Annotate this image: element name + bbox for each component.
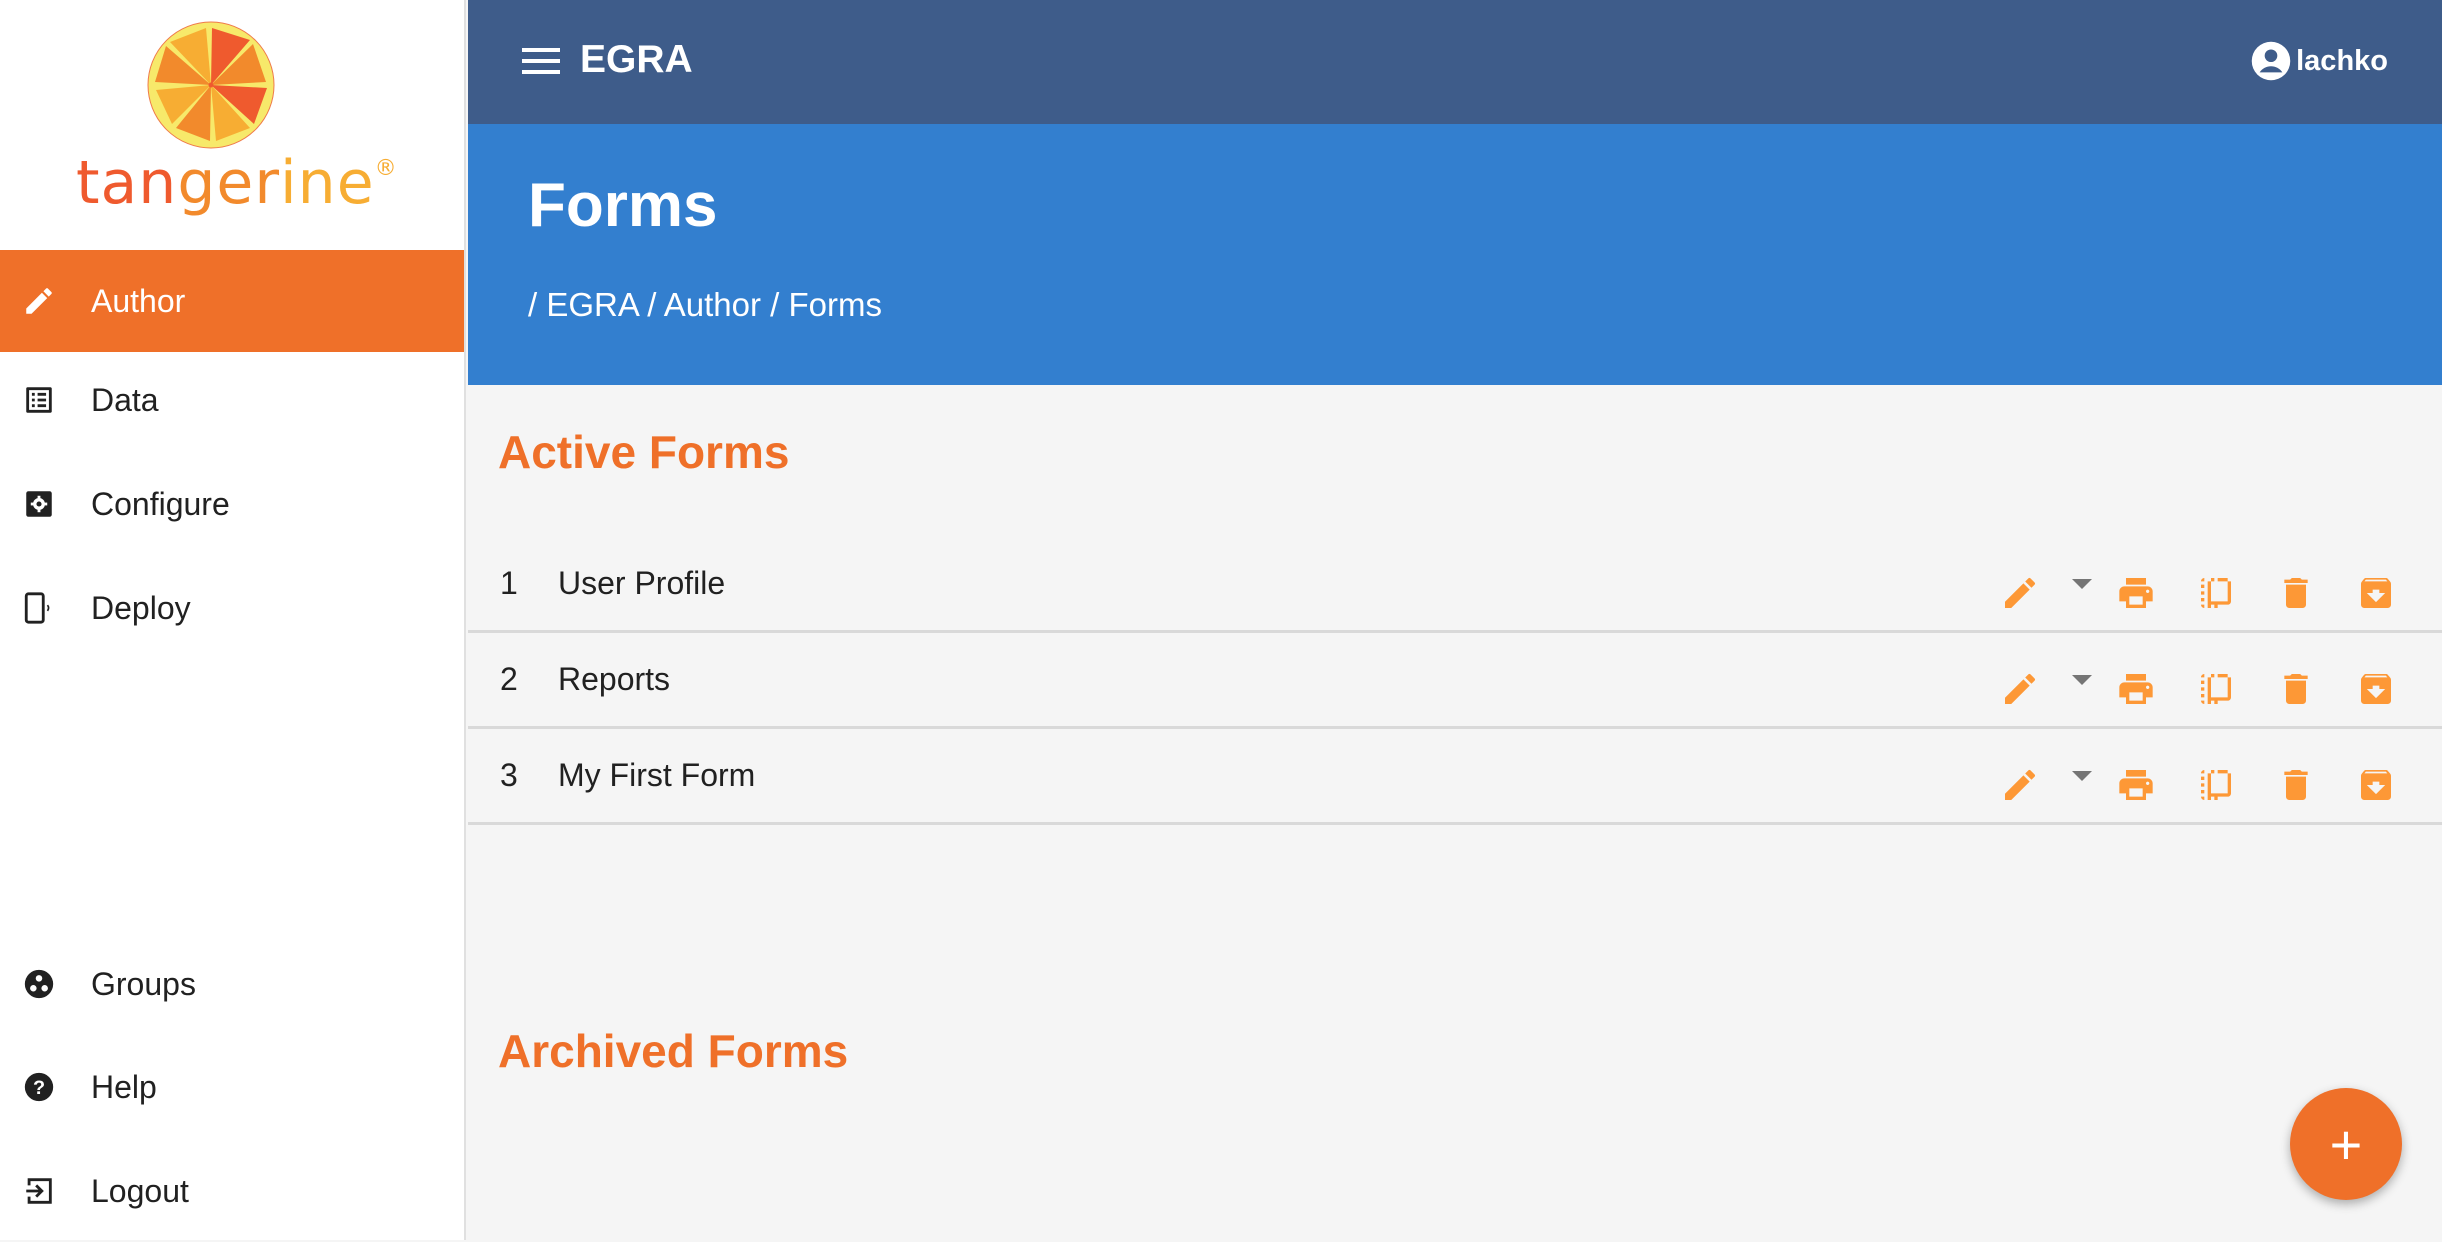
sidebar-item-logout[interactable]: Logout <box>0 1140 464 1242</box>
sidebar-item-label: Help <box>91 1068 157 1105</box>
sidebar-item-label: Configure <box>91 485 230 522</box>
delete-icon <box>2284 770 2308 800</box>
delete-icon <box>2284 674 2308 704</box>
copy-button[interactable] <box>2196 669 2236 709</box>
print-icon <box>2119 674 2153 704</box>
top-app-bar: EGRA lachko <box>468 0 2442 124</box>
pencil-icon <box>26 288 52 314</box>
more-options-dropdown[interactable] <box>2072 579 2092 589</box>
sidebar: tangerine® Author Data Configure Deploy … <box>0 0 466 1240</box>
menu-icon[interactable] <box>522 48 560 76</box>
phone-broadcast-icon <box>24 592 50 624</box>
page-banner: Forms / EGRA / Author / Forms <box>468 124 2442 385</box>
print-button[interactable] <box>2116 765 2156 805</box>
breadcrumb: / EGRA / Author / Forms <box>528 286 882 324</box>
tangerine-logo: tangerine® <box>0 0 466 250</box>
tangerine-wordmark: tangerine® <box>76 148 398 218</box>
breadcrumb-egra[interactable]: / EGRA <box>528 286 638 323</box>
copy-icon <box>2201 674 2231 704</box>
svg-text:?: ? <box>33 1077 45 1099</box>
form-number: 3 <box>500 757 518 793</box>
logo-part: ine <box>280 148 375 218</box>
logout-icon <box>26 1178 52 1204</box>
user-menu[interactable]: lachko <box>2250 40 2388 82</box>
form-row: 1 User Profile <box>468 537 2442 633</box>
active-forms-list: 1 User Profile 2 Reports 3 My First Form <box>468 537 2442 825</box>
print-button[interactable] <box>2116 669 2156 709</box>
active-forms-heading: Active Forms <box>498 426 790 478</box>
sidebar-item-author[interactable]: Author <box>0 250 464 352</box>
copy-icon <box>2201 770 2231 800</box>
sidebar-item-help[interactable]: ? Help <box>0 1036 464 1138</box>
copy-button[interactable] <box>2196 765 2236 805</box>
copy-button[interactable] <box>2196 573 2236 613</box>
form-number: 1 <box>500 565 518 601</box>
edit-button[interactable] <box>2000 573 2040 613</box>
archive-icon <box>2361 674 2391 704</box>
delete-icon <box>2284 578 2308 608</box>
more-options-dropdown[interactable] <box>2072 771 2092 781</box>
delete-button[interactable] <box>2276 669 2316 709</box>
account-circle-icon <box>2251 41 2291 81</box>
form-name[interactable]: My First Form <box>558 757 755 794</box>
settings-box-icon <box>26 491 52 517</box>
registered-mark: ® <box>374 156 398 181</box>
sidebar-item-data[interactable]: Data <box>0 349 464 451</box>
app-title: EGRA <box>580 38 693 81</box>
sidebar-item-label: Deploy <box>91 589 191 626</box>
tangerine-fruit-icon <box>147 21 275 149</box>
form-row: 3 My First Form <box>468 729 2442 825</box>
form-number: 2 <box>500 661 518 697</box>
page-title: Forms <box>528 171 718 240</box>
sidebar-item-label: Data <box>91 381 159 418</box>
pencil-icon <box>2005 769 2035 800</box>
sidebar-item-configure[interactable]: Configure <box>0 453 464 555</box>
edit-button[interactable] <box>2000 669 2040 709</box>
delete-button[interactable] <box>2276 765 2316 805</box>
print-icon <box>2119 578 2153 608</box>
list-icon <box>26 387 52 413</box>
copy-icon <box>2201 578 2231 608</box>
archive-icon <box>2361 770 2391 800</box>
form-row: 2 Reports <box>468 633 2442 729</box>
breadcrumb-forms[interactable]: / Forms <box>770 286 882 323</box>
logo-part: tan <box>76 148 178 218</box>
archive-button[interactable] <box>2356 573 2396 613</box>
archived-forms-heading: Archived Forms <box>498 1025 849 1077</box>
sidebar-item-label: Author <box>91 282 186 319</box>
logo-part: ger <box>177 148 280 218</box>
print-button[interactable] <box>2116 573 2156 613</box>
archive-icon <box>2361 578 2391 608</box>
sidebar-item-label: Logout <box>91 1172 189 1209</box>
form-name[interactable]: User Profile <box>558 565 725 602</box>
print-icon <box>2119 770 2153 800</box>
sidebar-item-groups[interactable]: Groups <box>0 933 464 1035</box>
form-name[interactable]: Reports <box>558 661 670 698</box>
sidebar-item-deploy[interactable]: Deploy <box>0 557 464 659</box>
pencil-icon <box>2005 577 2035 608</box>
pencil-icon <box>2005 673 2035 704</box>
more-options-dropdown[interactable] <box>2072 675 2092 685</box>
sidebar-item-label: Groups <box>91 965 196 1002</box>
delete-button[interactable] <box>2276 573 2316 613</box>
archive-button[interactable] <box>2356 669 2396 709</box>
help-icon: ? <box>24 1072 54 1102</box>
add-form-button[interactable]: + <box>2290 1088 2402 1200</box>
groups-icon <box>24 969 54 999</box>
edit-button[interactable] <box>2000 765 2040 805</box>
archive-button[interactable] <box>2356 765 2396 805</box>
breadcrumb-author[interactable]: / Author <box>647 286 761 323</box>
username: lachko <box>2296 44 2388 77</box>
